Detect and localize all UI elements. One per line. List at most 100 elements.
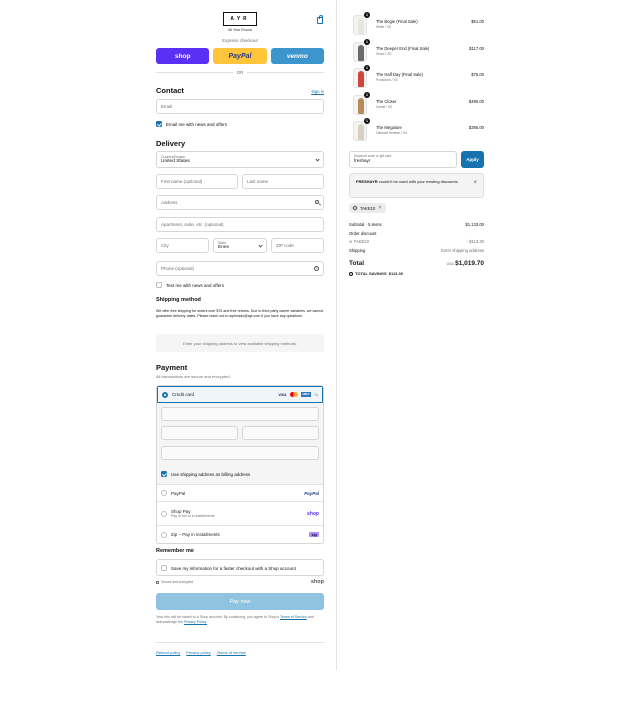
- cart-item: 1 The Bogie (Final Sale) White / XS $51.00: [349, 12, 484, 37]
- chevron-down-icon: [258, 242, 263, 248]
- text-news-label: Text me with news and offers: [166, 282, 224, 288]
- product-thumbnail: [353, 41, 367, 62]
- terms-link[interactable]: Terms of Service: [280, 615, 307, 619]
- help-icon[interactable]: ?: [314, 266, 319, 271]
- address-field[interactable]: Address: [156, 195, 324, 210]
- product-image: [358, 97, 364, 114]
- error-code: FRESHAYR: [356, 179, 378, 184]
- subtotal-label: Subtotal · 5 items: [349, 222, 382, 227]
- first-name-field[interactable]: First name (optional): [156, 174, 238, 189]
- close-icon[interactable]: ×: [473, 180, 477, 186]
- billing-same-label: Use shipping address as billing address: [171, 471, 251, 477]
- order-discount-label: Order discount: [349, 231, 377, 236]
- contact-heading: Contact: [156, 86, 184, 95]
- shipping-value: Enter shipping address: [441, 248, 484, 253]
- product-price: $75.00: [471, 72, 484, 77]
- last-name-placeholder: Last name: [247, 179, 269, 184]
- shop-pay-button[interactable]: shop: [156, 48, 210, 64]
- venmo-button[interactable]: venmo: [270, 48, 324, 64]
- shopping-bag-icon[interactable]: [317, 15, 323, 24]
- discount-code-field[interactable]: Discount code or gift card freshayr: [349, 151, 457, 168]
- product-thumbnail: [353, 121, 367, 141]
- secure-label: Secure and encrypted: [161, 580, 194, 584]
- paypal-label: PayPal: [171, 490, 186, 496]
- product-name: The Half Day (Final Sale): [376, 72, 424, 77]
- apartment-field[interactable]: Apartment, suite, etc. (optional): [156, 217, 324, 232]
- privacy-policy-link[interactable]: Privacy policy: [186, 650, 210, 655]
- product-image: [358, 124, 364, 140]
- state-value: Enes: [218, 245, 229, 250]
- quantity-badge: 1: [364, 65, 370, 71]
- zip-option[interactable]: Zip – Pay in installments zip: [157, 526, 323, 543]
- zip-placeholder: ZIP code: [276, 243, 294, 248]
- search-icon: [315, 200, 319, 204]
- quantity-badge: 1: [364, 12, 370, 18]
- delivery-heading: Delivery: [156, 139, 186, 148]
- radio-unselected-icon[interactable]: [161, 490, 167, 496]
- remember-me-heading: Remember me: [156, 548, 194, 554]
- terms-of-service-link[interactable]: Terms of service: [217, 650, 246, 655]
- zip-code-field[interactable]: ZIP code: [271, 238, 324, 253]
- product-variant: Shore / XS: [376, 51, 392, 56]
- total-label: Total: [349, 260, 365, 267]
- pay-now-button[interactable]: Pay now: [156, 593, 324, 610]
- privacy-link[interactable]: Privacy Policy.: [184, 620, 207, 624]
- expiry-field[interactable]: [161, 426, 238, 440]
- savings-value: $113.30: [388, 271, 403, 276]
- shipping-method-heading: Shipping method: [156, 297, 201, 303]
- or-divider: OR: [156, 70, 324, 75]
- total-currency: USD: [446, 262, 454, 266]
- shop-pay-option[interactable]: Shop Pay Pay in full or in installments …: [157, 502, 323, 526]
- shipping-placeholder-text: Enter your shipping address to view avai…: [183, 340, 297, 346]
- product-thumbnail: [353, 94, 367, 115]
- brand-logo[interactable]: AYR: [223, 12, 257, 26]
- secure-row: Secure and encrypted shop: [156, 579, 324, 585]
- radio-selected-icon[interactable]: [162, 391, 168, 398]
- text-news-checkbox[interactable]: Text me with news and offers: [156, 282, 224, 288]
- security-code-field[interactable]: [242, 426, 319, 440]
- cart-item: 1 The Megalure Oatmeal Heather / XS $395.00: [349, 118, 484, 143]
- city-placeholder: City: [161, 243, 169, 248]
- name-on-card-field[interactable]: [161, 446, 319, 460]
- email-placeholder: Email: [161, 104, 173, 109]
- sign-in-link[interactable]: Sign in: [311, 89, 324, 94]
- checkbox-unchecked-icon[interactable]: [156, 282, 162, 288]
- checkbox-checked-icon[interactable]: [156, 121, 162, 127]
- remove-discount-icon[interactable]: ×: [378, 205, 381, 211]
- discount-value: freshayr: [354, 158, 371, 163]
- radio-unselected-icon[interactable]: [161, 510, 167, 517]
- state-select[interactable]: State Enes: [213, 238, 267, 253]
- email-field[interactable]: Email: [156, 99, 324, 114]
- save-info-checkbox[interactable]: Save my information for a faster checkou…: [161, 565, 296, 571]
- apply-button[interactable]: Apply: [461, 151, 484, 168]
- radio-unselected-icon[interactable]: [161, 531, 167, 538]
- phone-field[interactable]: Phone (optional) ?: [156, 261, 324, 276]
- checkbox-checked-icon[interactable]: [161, 471, 167, 477]
- shipping-row: Shipping Enter shipping address: [349, 248, 484, 253]
- shop-pay-text: Shop Pay Pay in full or in installments: [171, 509, 215, 518]
- legal-text: Your info will be saved to a Shop accoun…: [156, 615, 324, 625]
- mastercard-icon: [289, 392, 298, 397]
- billing-same-checkbox[interactable]: Use shipping address as billing address: [161, 471, 250, 477]
- checkbox-unchecked-icon[interactable]: [161, 565, 167, 571]
- cart-item: 1 The Deeper End (Final Sale) Shore / XS $1…: [349, 38, 484, 64]
- applied-discount-tag: TAKE10 ×: [349, 203, 386, 213]
- credit-card-label: Credit card: [172, 392, 195, 397]
- product-image: [358, 18, 364, 34]
- paypal-button[interactable]: PayPal: [213, 48, 267, 64]
- credit-card-option[interactable]: Credit card VISA AMEX +1: [157, 386, 323, 403]
- card-number-field[interactable]: [161, 407, 319, 421]
- payment-subtitle: All transactions are secure and encrypte…: [156, 374, 231, 379]
- email-news-checkbox[interactable]: Email me with news and offers: [156, 121, 227, 127]
- shipping-note: We offer free shipping for orders over $…: [156, 309, 324, 319]
- savings-label: TOTAL SAVINGS: [355, 271, 387, 276]
- paypal-option[interactable]: PayPal PayPal: [157, 485, 323, 502]
- country-select[interactable]: Country/Region United States: [156, 151, 324, 168]
- order-discount-code: TAKE10: [353, 239, 369, 244]
- express-checkout-label: Express checkout: [222, 38, 258, 43]
- order-discount-row: Order discount: [349, 231, 484, 236]
- last-name-field[interactable]: Last name: [242, 174, 324, 189]
- shipping-methods-placeholder: Enter your shipping address to view avai…: [156, 334, 324, 352]
- refund-policy-link[interactable]: Refund policy: [156, 650, 180, 655]
- city-field[interactable]: City: [156, 238, 209, 253]
